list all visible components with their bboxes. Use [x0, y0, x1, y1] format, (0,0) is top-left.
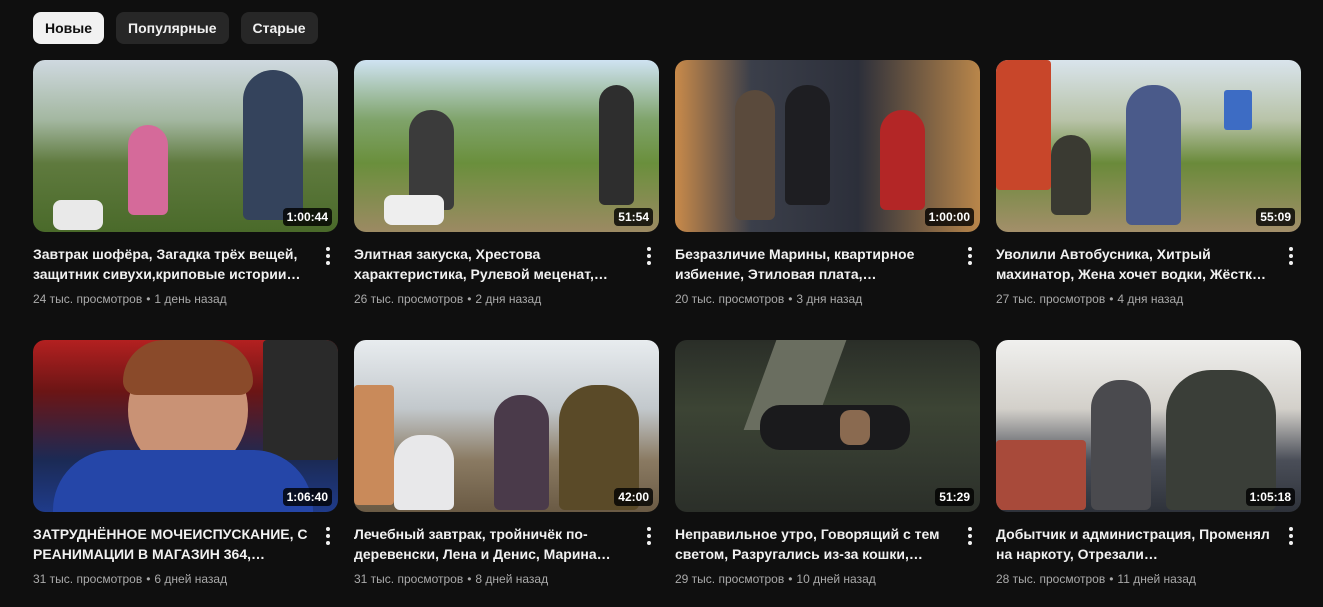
video-views: 20 тыс. просмотров — [675, 292, 785, 306]
video-age: 4 дня назад — [1117, 292, 1184, 306]
video-duration: 1:00:00 — [924, 208, 974, 226]
video-age: 2 дня назад — [475, 292, 542, 306]
video-stats: 28 тыс. просмотров • 11 дней назад — [996, 570, 1273, 588]
video-duration: 1:06:40 — [282, 488, 332, 506]
video-stats: 20 тыс. просмотров • 3 дня назад — [675, 290, 952, 308]
more-vert-icon[interactable] — [639, 526, 659, 546]
video-title[interactable]: Завтрак шофёра, Загадка трёх вещей, защи… — [33, 244, 310, 284]
video-duration: 51:54 — [614, 208, 653, 226]
video-card: 42:00 Лечебный завтрак, тройничёк по-дер… — [354, 340, 659, 586]
more-vert-icon[interactable] — [960, 526, 980, 546]
video-age: 6 дней назад — [154, 572, 228, 586]
video-stats: 26 тыс. просмотров • 2 дня назад — [354, 290, 631, 308]
video-card: 1:00:44 Завтрак шофёра, Загадка трёх вещ… — [33, 60, 338, 306]
more-vert-icon[interactable] — [318, 246, 338, 266]
video-duration: 1:05:18 — [1245, 488, 1295, 506]
separator-dot: • — [1109, 572, 1114, 586]
video-age: 8 дней назад — [475, 572, 549, 586]
video-views: 27 тыс. просмотров — [996, 292, 1106, 306]
video-stats: 31 тыс. просмотров • 8 дней назад — [354, 570, 631, 588]
video-thumbnail[interactable]: 55:09 — [996, 60, 1301, 232]
video-title[interactable]: Безразличие Марины, квартирное избиение,… — [675, 244, 952, 284]
video-title[interactable]: Лечебный завтрак, тройничёк по-деревенск… — [354, 524, 631, 564]
video-duration: 55:09 — [1256, 208, 1295, 226]
video-title[interactable]: ЗАТРУДНЁННОЕ МОЧЕИСПУСКАНИЕ, С РЕАНИМАЦИ… — [33, 524, 310, 564]
more-vert-icon[interactable] — [639, 246, 659, 266]
video-age: 11 дней назад — [1117, 572, 1196, 586]
video-age: 3 дня назад — [796, 292, 863, 306]
video-card: 51:29 Неправильное утро, Говорящий с тем… — [675, 340, 980, 586]
separator-dot: • — [1109, 292, 1114, 306]
video-thumbnail[interactable]: 1:00:00 — [675, 60, 980, 232]
separator-dot: • — [467, 292, 472, 306]
video-views: 28 тыс. просмотров — [996, 572, 1106, 586]
video-thumbnail[interactable]: 1:06:40 — [33, 340, 338, 512]
filter-chip-popular[interactable]: Популярные — [116, 12, 229, 44]
video-card: 51:54 Элитная закуска, Хрестова характер… — [354, 60, 659, 306]
more-vert-icon[interactable] — [960, 246, 980, 266]
separator-dot: • — [146, 572, 151, 586]
separator-dot: • — [788, 292, 793, 306]
video-thumbnail[interactable]: 51:29 — [675, 340, 980, 512]
video-stats: 24 тыс. просмотров • 1 день назад — [33, 290, 310, 308]
video-stats: 27 тыс. просмотров • 4 дня назад — [996, 290, 1273, 308]
video-stats: 29 тыс. просмотров • 10 дней назад — [675, 570, 952, 588]
filter-chips: Новые Популярные Старые — [33, 12, 318, 44]
video-title[interactable]: Добытчик и администрация, Променял на на… — [996, 524, 1273, 564]
video-views: 31 тыс. просмотров — [354, 572, 464, 586]
video-thumbnail[interactable]: 1:00:44 — [33, 60, 338, 232]
video-age: 1 день назад — [154, 292, 227, 306]
more-vert-icon[interactable] — [318, 526, 338, 546]
video-views: 29 тыс. просмотров — [675, 572, 785, 586]
video-grid: 1:00:44 Завтрак шофёра, Загадка трёх вещ… — [33, 60, 1301, 586]
separator-dot: • — [467, 572, 472, 586]
video-card: 1:00:00 Безразличие Марины, квартирное и… — [675, 60, 980, 306]
video-views: 31 тыс. просмотров — [33, 572, 143, 586]
video-title[interactable]: Уволили Автобусника, Хитрый махинатор, Ж… — [996, 244, 1273, 284]
video-views: 24 тыс. просмотров — [33, 292, 143, 306]
video-stats: 31 тыс. просмотров • 6 дней назад — [33, 570, 310, 588]
more-vert-icon[interactable] — [1281, 246, 1301, 266]
video-thumbnail[interactable]: 42:00 — [354, 340, 659, 512]
video-card: 1:05:18 Добытчик и администрация, Промен… — [996, 340, 1301, 586]
separator-dot: • — [788, 572, 793, 586]
video-duration: 1:00:44 — [282, 208, 332, 226]
video-thumbnail[interactable]: 1:05:18 — [996, 340, 1301, 512]
video-duration: 42:00 — [614, 488, 653, 506]
video-thumbnail[interactable]: 51:54 — [354, 60, 659, 232]
video-age: 10 дней назад — [796, 572, 876, 586]
video-card: 55:09 Уволили Автобусника, Хитрый махина… — [996, 60, 1301, 306]
more-vert-icon[interactable] — [1281, 526, 1301, 546]
video-title[interactable]: Элитная закуска, Хрестова характеристика… — [354, 244, 631, 284]
filter-chip-new[interactable]: Новые — [33, 12, 105, 44]
video-card: 1:06:40 ЗАТРУДНЁННОЕ МОЧЕИСПУСКАНИЕ, С Р… — [33, 340, 338, 586]
video-views: 26 тыс. просмотров — [354, 292, 464, 306]
filter-chip-oldest[interactable]: Старые — [240, 12, 318, 44]
video-duration: 51:29 — [935, 488, 974, 506]
separator-dot: • — [146, 292, 151, 306]
video-title[interactable]: Неправильное утро, Говорящий с тем свето… — [675, 524, 952, 564]
